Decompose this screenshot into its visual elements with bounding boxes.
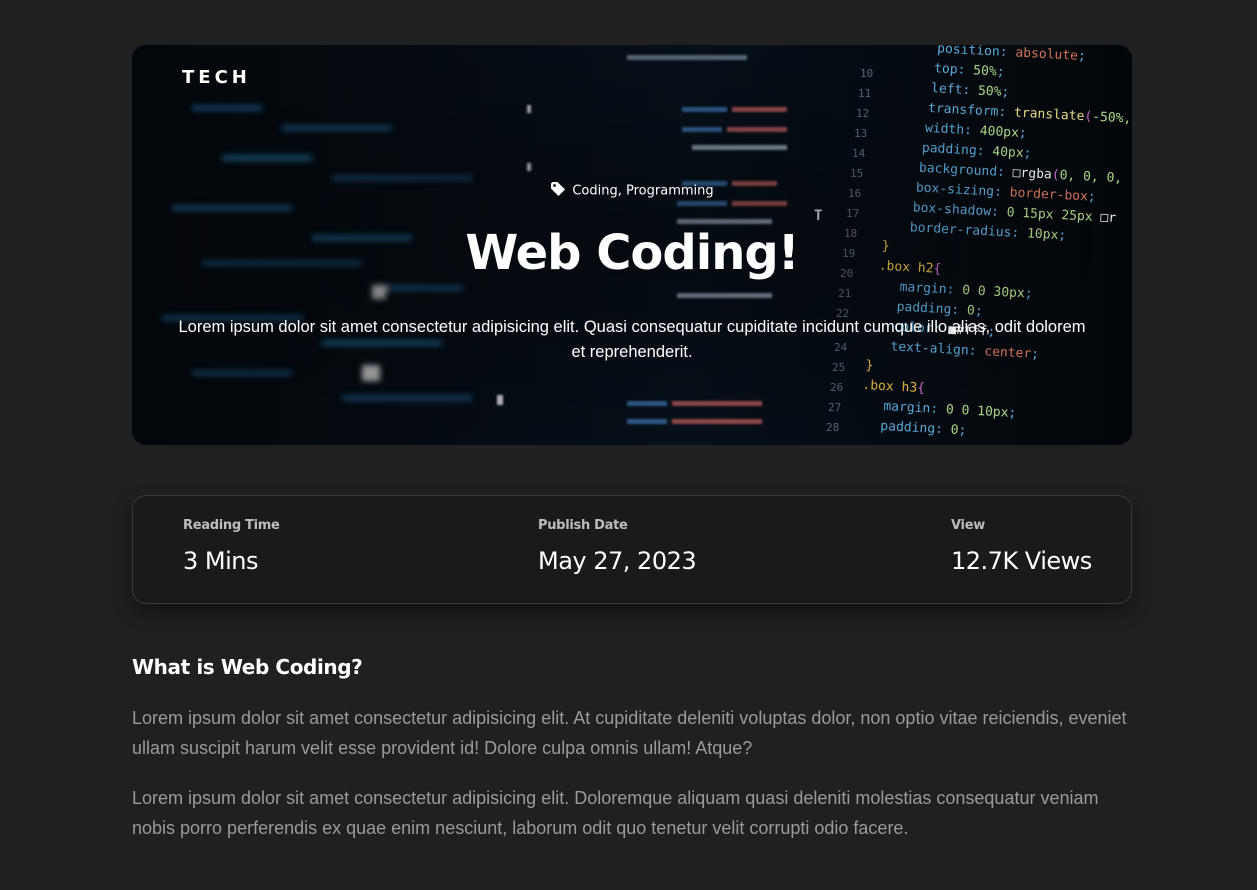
hero-title: Web Coding! xyxy=(465,225,799,281)
article-page: 10 11 12 13 14 15 16 17 18 19 20 21 22 2… xyxy=(0,0,1257,890)
tags-text[interactable]: Coding, Programming xyxy=(572,184,713,199)
reading-time-value: 3 Mins xyxy=(183,547,258,575)
hero-description: Lorem ipsum dolor sit amet consectetur a… xyxy=(178,318,1086,361)
publish-date: Publish Date May 27, 2023 xyxy=(538,518,697,575)
post-meta-card: Reading Time 3 Mins Publish Date May 27,… xyxy=(132,495,1132,604)
article-body: What is Web Coding? Lorem ipsum dolor si… xyxy=(132,655,1132,863)
views: View 12.7K Views xyxy=(951,518,1092,575)
reading-time: Reading Time 3 Mins xyxy=(183,518,280,575)
reading-time-label: Reading Time xyxy=(183,518,280,533)
article-paragraph-2: Lorem ipsum dolor sit amet consectetur a… xyxy=(132,788,1099,838)
brand-logo[interactable]: TECH xyxy=(182,67,251,88)
post-tags: Coding, Programming xyxy=(132,181,1132,201)
tag-icon xyxy=(550,181,566,201)
article-heading: What is Web Coding? xyxy=(132,655,363,679)
publish-date-value: May 27, 2023 xyxy=(538,547,697,575)
article-paragraph-1: Lorem ipsum dolor sit amet consectetur a… xyxy=(132,708,1127,758)
views-label: View xyxy=(951,518,985,533)
publish-date-label: Publish Date xyxy=(538,518,628,533)
hero-banner: 10 11 12 13 14 15 16 17 18 19 20 21 22 2… xyxy=(132,45,1132,445)
views-value: 12.7K Views xyxy=(951,547,1092,575)
